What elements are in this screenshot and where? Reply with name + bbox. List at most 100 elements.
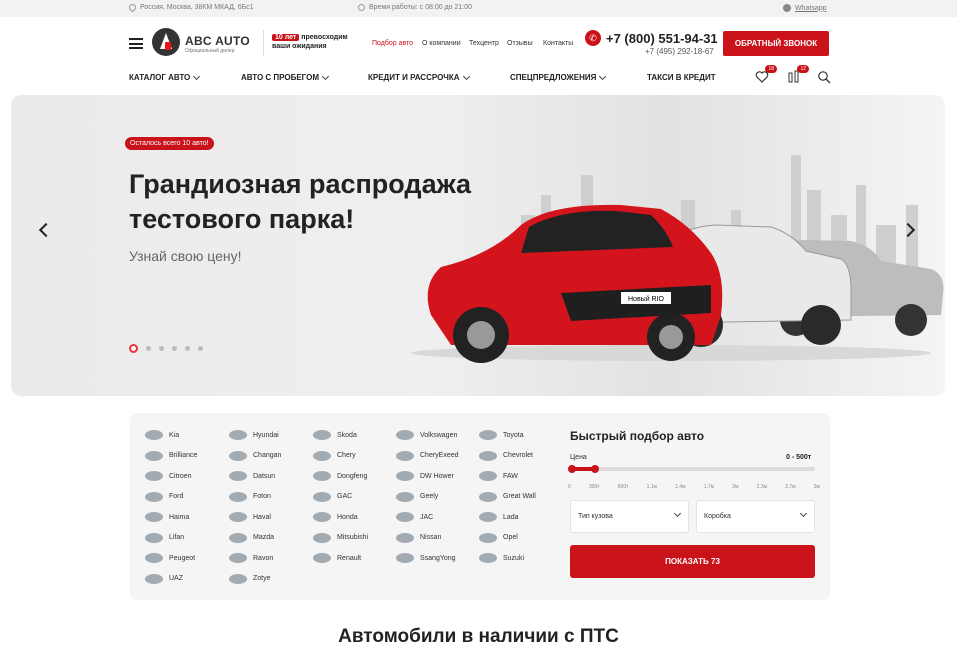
- hero-subtitle: Узнай свою цену!: [129, 248, 242, 264]
- brand-name: Ravon: [253, 554, 274, 562]
- price-slider[interactable]: [568, 465, 815, 473]
- prev-slide-arrow-icon[interactable]: [38, 222, 54, 238]
- brand-link[interactable]: Chevrolet: [479, 450, 533, 461]
- brand-link[interactable]: Kia: [145, 430, 179, 440]
- slider-dot[interactable]: [185, 346, 190, 351]
- brand-link[interactable]: Haval: [229, 512, 271, 522]
- brand-link[interactable]: Opel: [479, 532, 518, 543]
- brand-name: Peugeot: [169, 554, 196, 562]
- brand-link[interactable]: Nissan: [396, 532, 441, 543]
- brand-logo-icon: [145, 471, 163, 481]
- brand-link[interactable]: Skoda: [313, 430, 357, 440]
- brand-logo-icon: [313, 491, 331, 502]
- menu-offers[interactable]: СПЕЦПРЕДЛОЖЕНИЯ: [510, 72, 607, 82]
- brand-logo-icon: [145, 553, 163, 563]
- price-tick: 2м: [732, 484, 739, 490]
- brand-logo-icon: [396, 471, 414, 481]
- brand-name: Haval: [253, 513, 271, 521]
- brand-link[interactable]: FAW: [479, 471, 518, 481]
- show-results-button[interactable]: ПОКАЗАТЬ 73: [570, 545, 815, 578]
- logo-icon[interactable]: [152, 28, 180, 56]
- brand-link[interactable]: Toyota: [479, 430, 524, 440]
- favorites-button[interactable]: 18: [755, 65, 777, 84]
- brand-link[interactable]: Renault: [313, 553, 361, 563]
- brand-link[interactable]: Datsun: [229, 471, 275, 481]
- brand-logo-icon: [145, 430, 163, 440]
- phone-icon: ✆: [585, 30, 601, 46]
- slider-dot[interactable]: [129, 344, 138, 353]
- brand-link[interactable]: UAZ: [145, 573, 183, 584]
- hero-title: Грандиозная распродажа тестового парка!: [129, 169, 472, 234]
- brand-link[interactable]: Ravon: [229, 553, 273, 563]
- brand-link[interactable]: Zotye: [229, 573, 271, 584]
- nav-contacts[interactable]: Контакты: [543, 40, 573, 47]
- callback-button[interactable]: ОБРАТНЫЙ ЗВОНОК: [723, 31, 829, 56]
- address-text: Россия, Москва, 38КМ МКАД, 6Бс1: [140, 4, 254, 11]
- price-max-handle[interactable]: [591, 465, 599, 473]
- price-tick: 3м: [813, 484, 820, 490]
- brand-logo-icon: [229, 532, 247, 543]
- brand-logo-icon: [479, 430, 497, 440]
- nav-reviews[interactable]: Отзывы: [507, 40, 533, 47]
- slider-dot[interactable]: [146, 346, 151, 351]
- brand-link[interactable]: CheryExeed: [396, 450, 459, 461]
- brand-link[interactable]: Honda: [313, 512, 358, 522]
- menu-catalog[interactable]: КАТАЛОГ АВТО: [129, 72, 201, 82]
- brand-name: GAC: [337, 493, 353, 500]
- logo-name[interactable]: ABC AUTO: [185, 34, 250, 48]
- slider-dot[interactable]: [198, 346, 203, 351]
- brand-name: Changan: [253, 452, 282, 459]
- brand-link[interactable]: Foton: [229, 491, 271, 502]
- search-button[interactable]: [817, 70, 831, 84]
- brand-logo-icon: [313, 430, 331, 440]
- brand-link[interactable]: SsangYong: [396, 553, 456, 563]
- nav-techcenter[interactable]: Техцентр: [469, 40, 499, 47]
- brand-logo-icon: [145, 573, 163, 584]
- phone-alt[interactable]: +7 (495) 292-18-67: [645, 47, 714, 56]
- brand-link[interactable]: Changan: [229, 450, 282, 461]
- brand-name: Haima: [169, 513, 190, 521]
- brand-link[interactable]: Mazda: [229, 532, 274, 543]
- brand-link[interactable]: Dongfeng: [313, 471, 367, 481]
- brand-link[interactable]: Peugeot: [145, 553, 195, 563]
- menu-used[interactable]: АВТО С ПРОБЕГОМ: [241, 72, 330, 82]
- brand-logo-icon: [145, 532, 163, 543]
- menu-taxi[interactable]: ТАКСИ В КРЕДИТ: [647, 73, 716, 82]
- gearbox-select[interactable]: Коробка: [696, 500, 815, 533]
- brand-link[interactable]: Lifan: [145, 532, 184, 543]
- brand-link[interactable]: Ford: [145, 491, 183, 502]
- brand-link[interactable]: Lada: [479, 512, 519, 522]
- compare-button[interactable]: 12: [787, 65, 809, 84]
- slider-dot[interactable]: [159, 346, 164, 351]
- price-value: 0 - 500т: [786, 454, 812, 461]
- brand-logo-icon: [479, 512, 497, 522]
- menu-credit[interactable]: КРЕДИТ И РАССРОЧКА: [368, 72, 470, 82]
- brand-link[interactable]: Mitsubishi: [313, 532, 368, 543]
- whatsapp-label[interactable]: Whatsapp: [795, 5, 827, 12]
- brand-link[interactable]: JAC: [396, 512, 433, 522]
- nav-about[interactable]: О компании: [422, 40, 461, 47]
- brand-link[interactable]: DW Hower: [396, 471, 454, 481]
- brand-link[interactable]: Haima: [145, 512, 189, 522]
- nav-podbor[interactable]: Подбор авто: [372, 40, 413, 47]
- brand-link[interactable]: Great Wall: [479, 491, 536, 502]
- brand-link[interactable]: Suzuki: [479, 553, 524, 563]
- chevron-down-icon: [599, 72, 607, 80]
- brand-logo-icon: [396, 450, 414, 461]
- price-ticks: 0 300т 600т 1,1м 1,4м 1,7м 2м 2,3м 2,7м 3м: [568, 484, 820, 490]
- chevron-down-icon: [799, 509, 808, 518]
- price-min-handle[interactable]: [568, 465, 576, 473]
- brand-logo-icon: [313, 512, 331, 522]
- body-type-select[interactable]: Тип кузова: [570, 500, 689, 533]
- brand-link[interactable]: Citroen: [145, 471, 192, 481]
- brand-link[interactable]: Hyundai: [229, 430, 279, 440]
- whatsapp-link[interactable]: Whatsapp: [783, 4, 827, 12]
- brand-link[interactable]: Volkswagen: [396, 430, 457, 440]
- menu-burger-icon[interactable]: [129, 38, 143, 49]
- brand-link[interactable]: Brilliance: [145, 450, 197, 461]
- brand-link[interactable]: Geely: [396, 491, 438, 502]
- slider-dot[interactable]: [172, 346, 177, 351]
- brand-link[interactable]: GAC: [313, 491, 353, 502]
- brand-link[interactable]: Chery: [313, 450, 356, 461]
- phone-main[interactable]: +7 (800) 551-94-31: [606, 31, 718, 46]
